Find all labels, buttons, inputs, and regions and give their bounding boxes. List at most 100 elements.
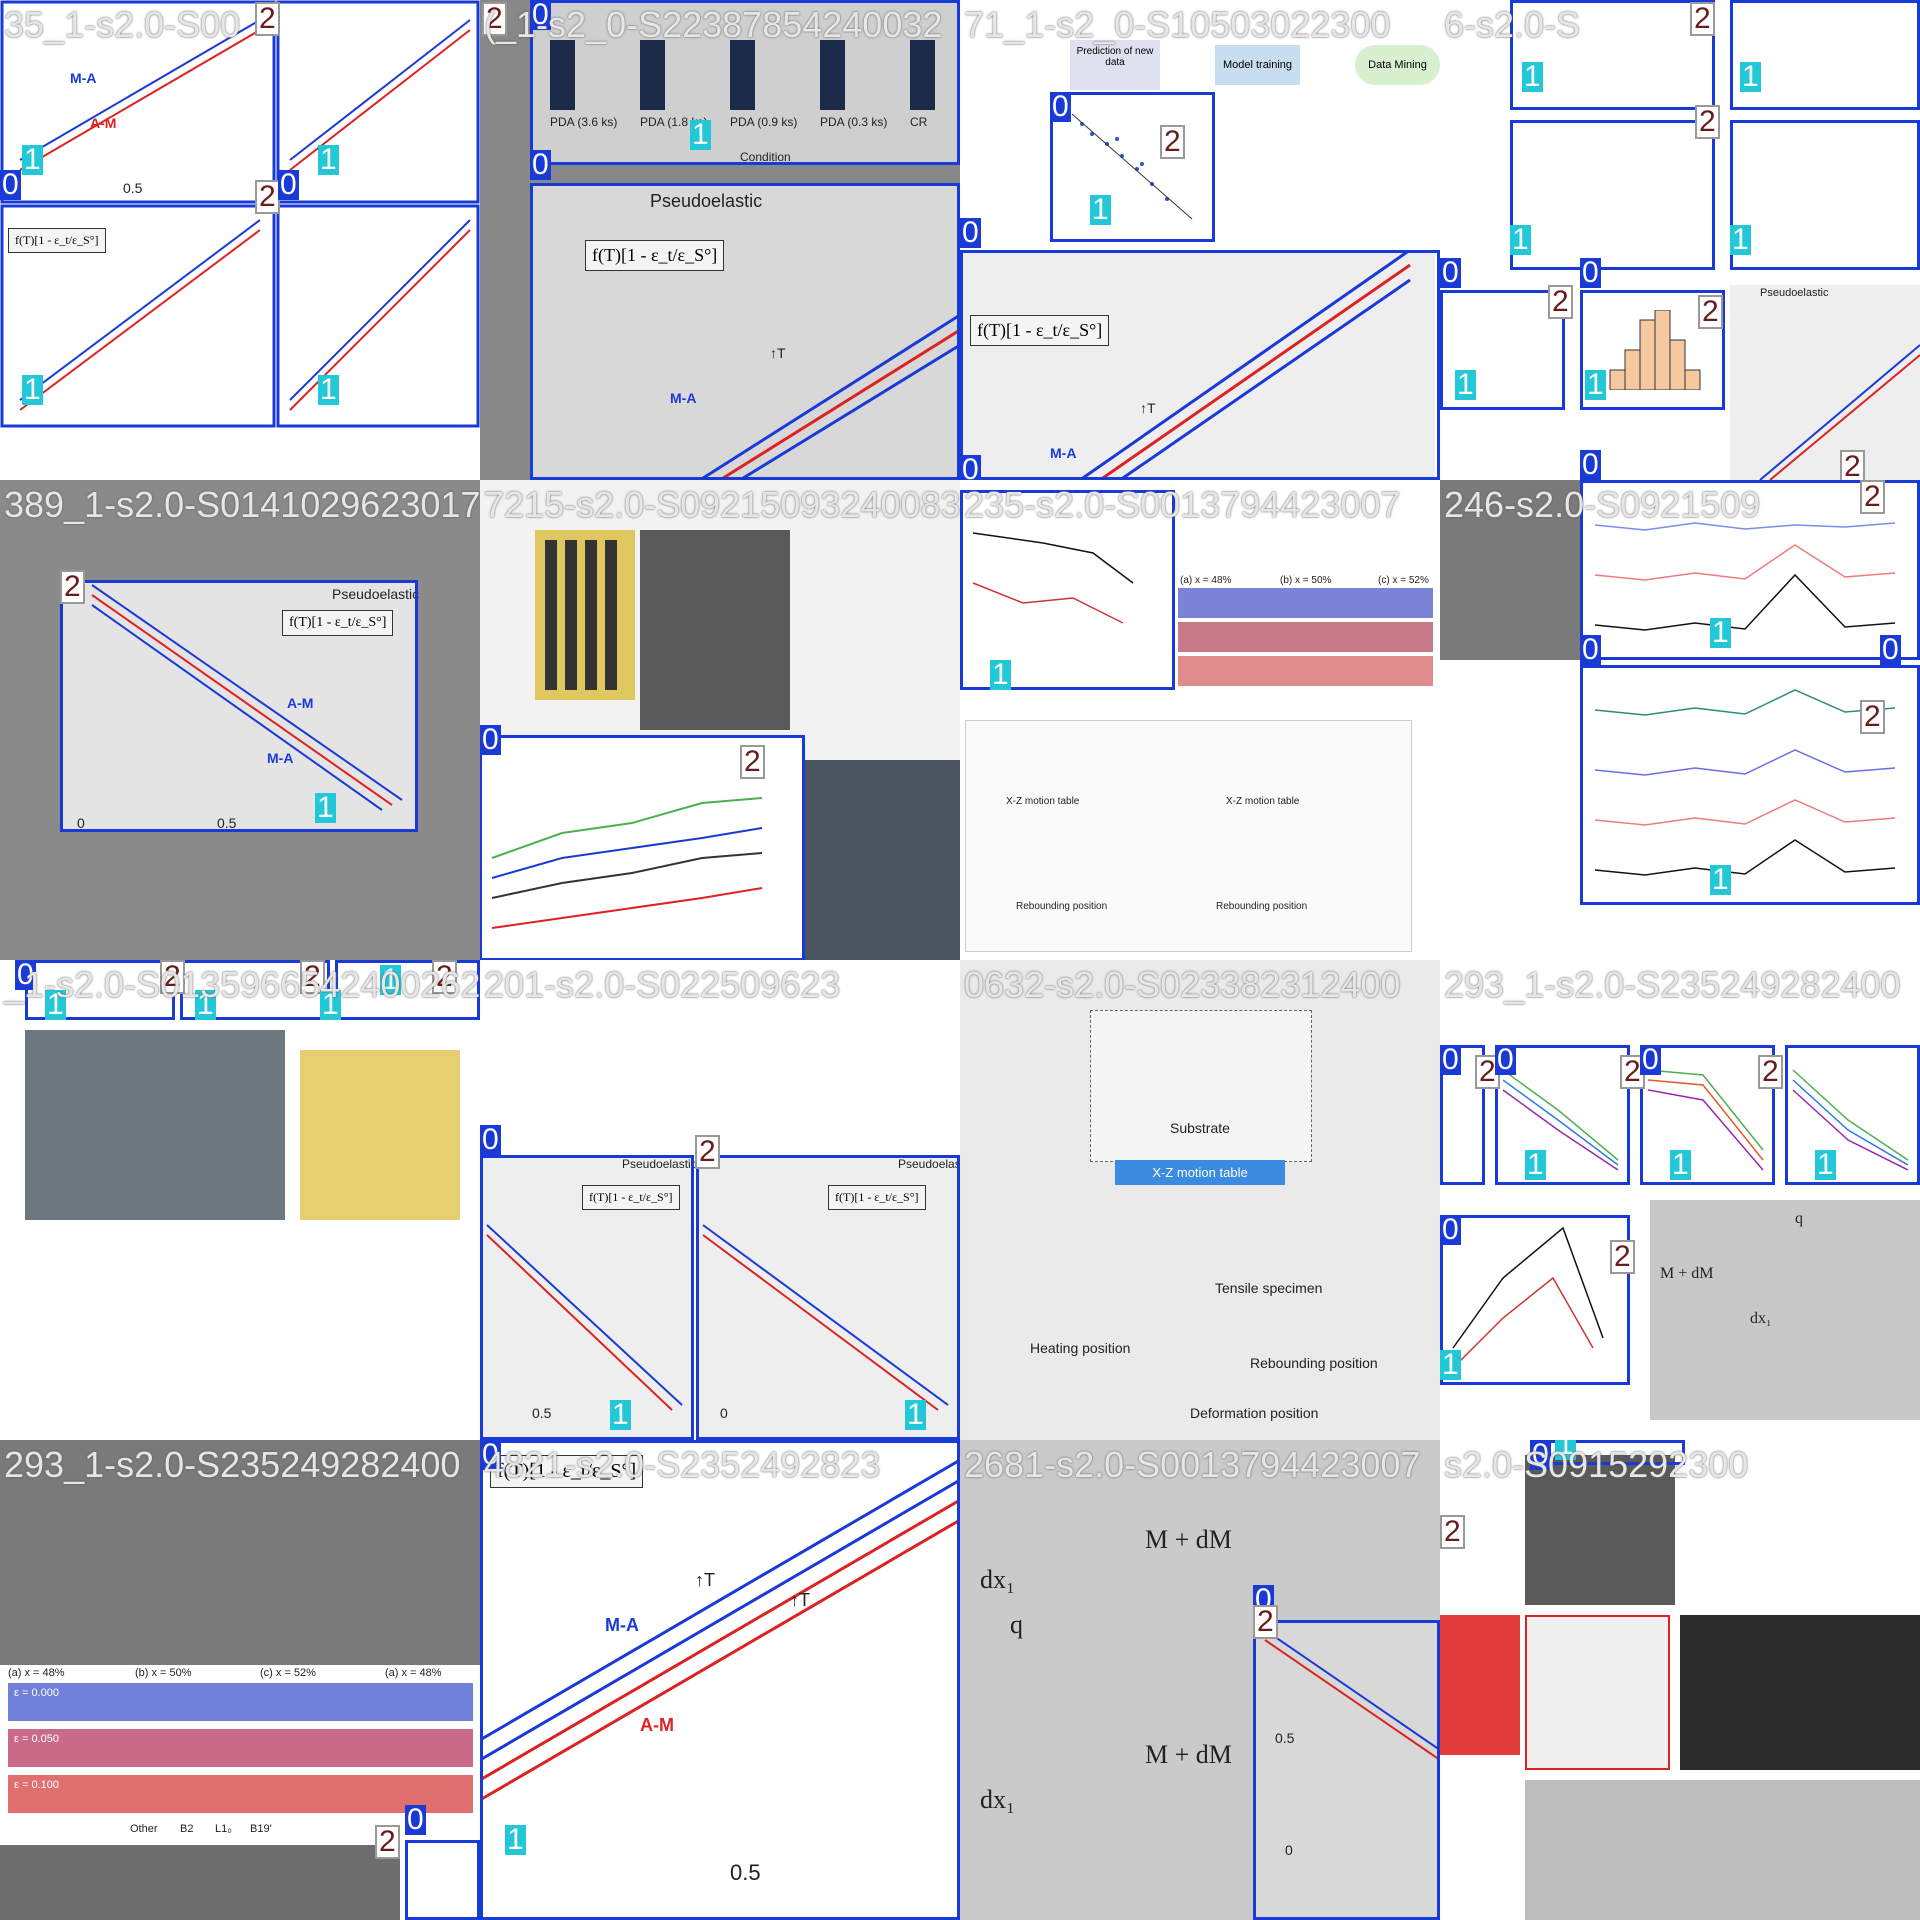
load-curve: [1452, 1226, 1604, 1369]
beam-label: q: [1795, 1210, 1803, 1227]
tag-2: 2: [1160, 125, 1185, 159]
flow-node: Prediction of new data: [1070, 40, 1160, 90]
axis-tick: 0.5: [123, 180, 143, 196]
legend-item: L1₀: [215, 1823, 232, 1835]
panel-header: (c) x = 52%: [260, 1667, 316, 1679]
mosaic-tile: 293_1-s2.0-S235249282400 (a) x = 48% (b)…: [0, 1440, 480, 1920]
tile-title: 7215-s2.0-S09215093240083: [484, 484, 960, 525]
panel-header: (a) x = 48%: [1180, 575, 1232, 586]
curves: [1792, 1069, 1909, 1171]
tag-0: 0: [0, 168, 21, 201]
tag-2: 2: [1695, 105, 1720, 139]
tag-0: 0: [1495, 1043, 1516, 1076]
tile-title: 6-s2.0-S: [1444, 4, 1581, 45]
mosaic-tile: 201-s2.0-S022509623 Pseudoelastic f(T)[1…: [480, 960, 960, 1440]
legend-item: Other: [130, 1823, 158, 1835]
mosaic-tile: _1-s2.0-S0135966542400262 0 2 2 2 1 1 1 …: [0, 960, 480, 1440]
bbox: [1730, 0, 1920, 110]
tag-1: 1: [690, 118, 711, 151]
tag-0: 0: [278, 168, 299, 201]
am-label: Rebounding position: [1250, 1355, 1378, 1371]
tag-1: 1: [1670, 1148, 1691, 1181]
tag-0: 0: [1440, 256, 1461, 289]
mosaic-tile: s2.0-S0915292300 0 1 2: [1440, 1440, 1920, 1920]
tag-0: 0: [1440, 1043, 1461, 1076]
strain-map: [1440, 1615, 1520, 1755]
tag-2: 2: [1840, 450, 1865, 480]
mosaic-tile: 7215-s2.0-S09215093240083 0 2: [480, 480, 960, 960]
panel-header: (a) x = 48%: [8, 1667, 65, 1679]
tag-2: 2: [1758, 1055, 1783, 1089]
tag-2: 2: [1698, 295, 1723, 329]
beam-label: dx₁: [1750, 1310, 1772, 1327]
tag-0: 0: [960, 455, 981, 480]
bbox: [960, 250, 1440, 480]
tag-0: 0: [1580, 256, 1601, 289]
mosaic-tile: 35_1-s2.0-S00 M-A A-M f(T)[1 - ε_t/ε_S°]…: [0, 0, 480, 480]
curves: [1647, 1069, 1764, 1171]
strain-row: [1178, 656, 1433, 686]
tag-0: 0: [1580, 633, 1601, 666]
tag-2: 2: [1690, 2, 1715, 36]
chart-panel: Pseudoelastic: [1730, 285, 1920, 480]
strain-row: [8, 1775, 473, 1813]
micrograph-strip: [1525, 1780, 1920, 1920]
tag-2: 2: [1610, 1240, 1635, 1274]
tag-1: 1: [22, 143, 43, 176]
tile-title: 35_1-s2.0-S00: [4, 4, 241, 45]
tag-1: 1: [1525, 1148, 1546, 1181]
tag-1: 1: [1585, 368, 1606, 401]
am-label: Deformation position: [1190, 1405, 1319, 1421]
tag-2: 2: [695, 1135, 720, 1169]
tag-1: 1: [990, 658, 1011, 691]
am-schematic: X-Z motion table X-Z motion table Reboun…: [965, 720, 1412, 952]
bbox: [1510, 120, 1715, 270]
tag-0: 0: [1640, 1043, 1661, 1076]
am-label: Rebounding position: [1216, 901, 1308, 912]
mosaic-tile: (_1-s2_0-S22387854240032 PDA (3.6 ks) PD…: [480, 0, 960, 480]
tag-2: 2: [740, 745, 765, 779]
beam-label: dx₁: [980, 1785, 1016, 1814]
panel-header: (b) x = 50%: [135, 1667, 192, 1679]
bbox: [1253, 1620, 1440, 1920]
tag-2: 2: [1440, 1515, 1465, 1549]
tag-2: 2: [60, 570, 85, 604]
bbox: [480, 1440, 960, 1920]
tag-1: 1: [1510, 223, 1531, 256]
photo-specimens: [535, 530, 635, 700]
lines: [1759, 344, 1920, 480]
curves: [1502, 1069, 1619, 1171]
panel-header: (a) x = 48%: [385, 1667, 442, 1679]
am-chamber: [1090, 1010, 1312, 1162]
beam-diagram: M + dM dx₁ q: [1650, 1200, 1920, 1420]
scatter: [1071, 113, 1193, 220]
tag-0: 0: [1880, 633, 1901, 666]
dic-image: [1525, 1615, 1670, 1770]
bbox: [1730, 120, 1920, 270]
row-label: ε = 0.050: [14, 1733, 59, 1745]
sem-image: [1680, 1615, 1920, 1770]
photo-computer: [800, 760, 960, 960]
label-ma: M-A: [70, 70, 97, 86]
tag-0: 0: [1050, 90, 1071, 123]
tag-1: 1: [318, 373, 339, 406]
tag-0: 0: [1440, 1213, 1461, 1246]
strain-row: [1178, 622, 1433, 652]
photo-specimens: [300, 1050, 460, 1220]
tag-0: 0: [960, 216, 981, 249]
tile-title: 389_1-s2.0-S0141029623017: [4, 484, 480, 525]
beam-label: M + dM: [1145, 1525, 1232, 1554]
row-label: ε = 0.100: [14, 1779, 59, 1791]
bbox: [60, 580, 418, 832]
mosaic-tile: 246-s2.0-S0921509 0 2 1 0 2 1: [1440, 480, 1920, 960]
am-label: Rebounding position: [1016, 901, 1108, 912]
tag-2: 2: [255, 180, 280, 214]
tag-2: 2: [1860, 700, 1885, 734]
bbox: [530, 183, 960, 480]
tag-1: 1: [1730, 223, 1751, 256]
tile-title: _1-s2.0-S0135966542400262: [4, 964, 480, 1005]
mosaic-tile: 389_1-s2.0-S0141029623017 Pseudoelastic …: [0, 480, 480, 960]
panel-header: (b) x = 50%: [1280, 575, 1332, 586]
tag-2: 2: [375, 1825, 400, 1859]
tag-1: 1: [1740, 60, 1761, 93]
